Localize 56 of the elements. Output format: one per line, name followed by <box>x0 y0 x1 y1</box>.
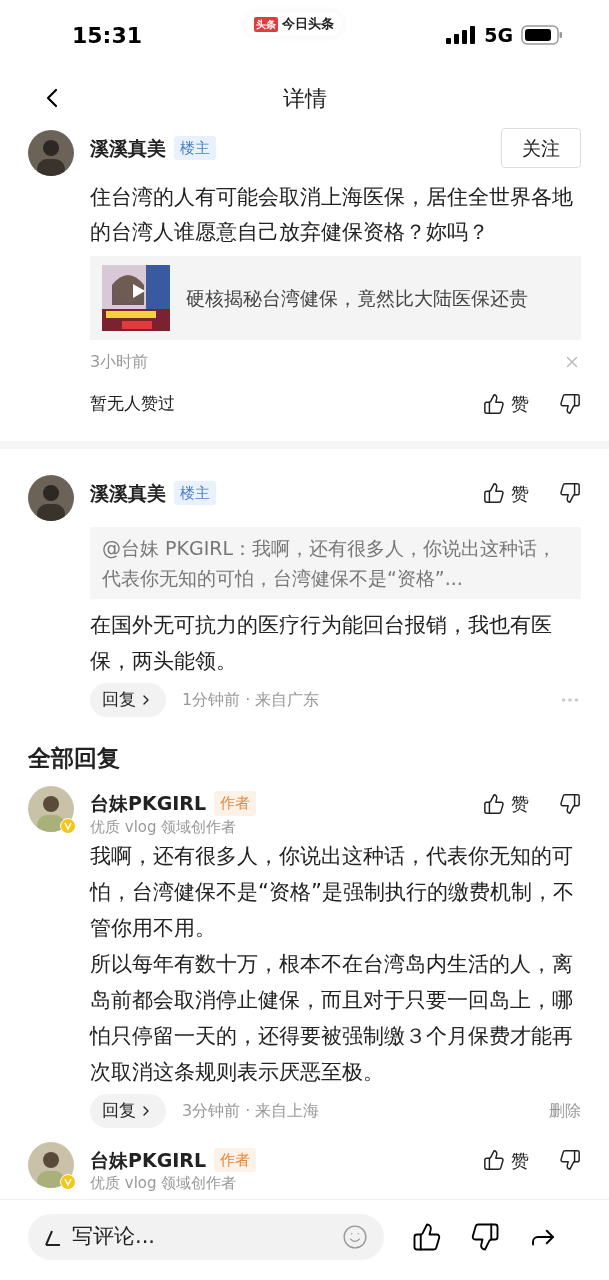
role-tag: 作者 <box>214 1147 257 1173</box>
page-title: 详情 <box>282 84 327 113</box>
role-tag: 楼主 <box>174 135 216 161</box>
follow-button[interactable]: 关注 <box>501 128 581 168</box>
author-name[interactable]: 台妹PKGIRL <box>90 789 207 818</box>
like-icon[interactable] <box>412 1222 442 1252</box>
quoted-comment: @台妹 PKGIRL：我啊，还有很多人，你说出这种话，代表你无知的可怕，台湾健保不是“资格”... <box>90 527 581 599</box>
like-button[interactable]: 赞 <box>483 790 529 817</box>
author-subtitle: 优质 vlog 领域创作者 <box>90 1173 238 1194</box>
dislike-icon[interactable] <box>470 1222 500 1252</box>
avatar[interactable] <box>28 785 74 832</box>
dislike-icon[interactable] <box>559 1149 581 1171</box>
comment-input[interactable]: 写评论... <box>28 1214 384 1260</box>
avatar[interactable] <box>28 475 74 521</box>
network-label: 5G <box>484 22 513 48</box>
avatar[interactable] <box>28 130 74 176</box>
app-name: 今日头条 <box>282 15 335 34</box>
comment-meta: 1分钟前 · 来自广东 <box>182 689 320 711</box>
reply-button[interactable]: 回复 <box>90 1094 166 1128</box>
comment-text: 住台湾的人有可能会取消上海医保，居住全世界各地的台湾人谁愿意自己放弃健保资格？妳吗？ <box>90 184 574 246</box>
comment-meta: 3分钟前 · 来自上海 <box>182 1100 320 1122</box>
dislike-icon[interactable] <box>559 392 581 415</box>
author-name[interactable]: 溪溪真美 <box>90 133 166 163</box>
dislike-icon[interactable] <box>559 792 581 815</box>
likes-summary: 暂无人赞过 <box>90 391 175 415</box>
comment-text: 所以每年有数十万，根本不在台湾岛内生活的人，离岛前都会取消停止健保，而且对于只要一回岛上，哪怕只停留一天的，还得要被强制缴３个月保费才能再次取消这条规则表示厌恶至极。 <box>90 951 574 1086</box>
like-button[interactable]: 赞 <box>483 1146 529 1174</box>
avatar[interactable] <box>28 1142 74 1188</box>
clock: 15:31 <box>72 21 143 50</box>
author-name[interactable]: 台妹PKGIRL <box>90 1145 207 1175</box>
verified-badge-icon <box>60 1174 76 1190</box>
verified-badge-icon <box>60 817 76 834</box>
like-button[interactable]: 赞 <box>483 390 529 417</box>
app-badge: 头条 <box>254 16 279 32</box>
comment-placeholder: 写评论... <box>72 1223 157 1251</box>
comment-time: 3小时前 <box>90 351 149 373</box>
video-card[interactable]: 硬核揭秘台湾健保，竟然比大陆医保还贵 <box>90 256 581 340</box>
thumbs-up-icon <box>483 392 505 415</box>
reply-button[interactable]: 回复 <box>90 683 166 717</box>
role-tag: 作者 <box>214 791 257 816</box>
dislike-icon[interactable] <box>559 482 581 504</box>
thumbs-up-icon <box>483 1149 505 1171</box>
emoji-icon[interactable] <box>342 1224 368 1250</box>
thumbs-up-icon <box>483 792 505 815</box>
author-name[interactable]: 溪溪真美 <box>90 478 166 508</box>
comment-text: 我啊，还有很多人，你说出这种话，代表你无知的可怕，台湾健保不是“资格”是强制执行的缴费机制，不管你用不用。 <box>90 843 575 942</box>
thumbs-up-icon <box>483 482 505 504</box>
battery-icon <box>521 25 563 45</box>
section-title: 全部回复 <box>28 744 121 773</box>
comment-text: 在国外无可抗力的医疗行为能回台报销，我也有医保，两头能领。 <box>90 612 553 675</box>
video-title: 硬核揭秘台湾健保，竟然比大陆医保还贵 <box>186 285 528 311</box>
role-tag: 楼主 <box>174 480 216 506</box>
like-button[interactable]: 赞 <box>483 479 529 507</box>
author-subtitle: 优质 vlog 领域创作者 <box>90 816 238 838</box>
pen-icon <box>44 1228 62 1246</box>
signal-icon <box>446 26 477 44</box>
